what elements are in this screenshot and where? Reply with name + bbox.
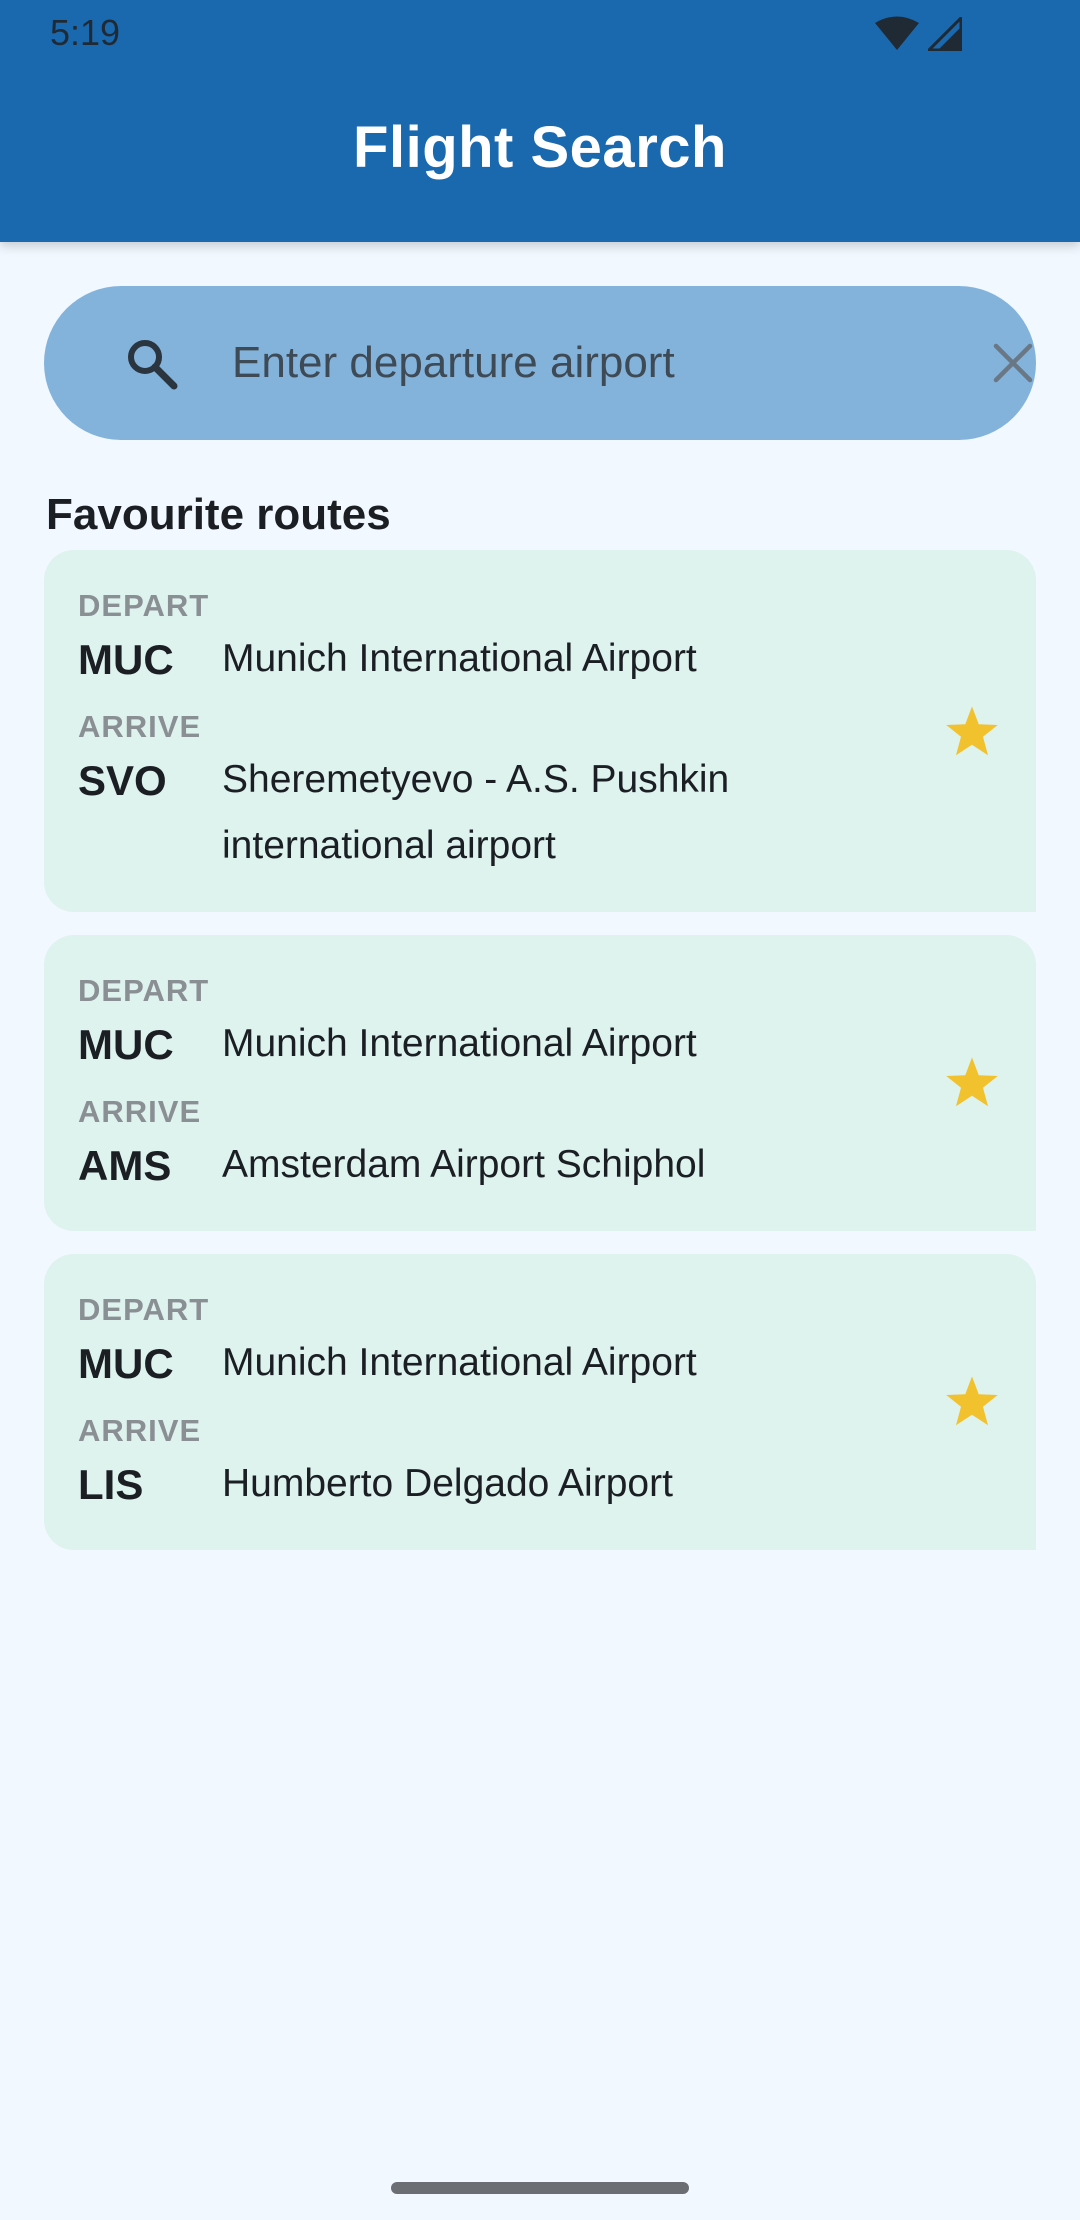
search-bar[interactable] [44,286,1036,440]
search-input[interactable] [232,326,932,400]
arrive-label: ARRIVE [78,1413,202,1448]
depart-label: DEPART [78,973,210,1008]
depart-code: MUC [78,636,174,683]
route-card[interactable]: DEPART MUC Munich International Airport … [44,550,1036,912]
depart-label: DEPART [78,1292,210,1327]
status-time: 5:19 [50,12,121,53]
arrive-code: SVO [78,757,167,804]
depart-airport-name: Munich International Airport [222,637,697,680]
arrive-airport-name: Humberto Delgado Airport [222,1462,673,1505]
arrive-code: LIS [78,1461,144,1508]
depart-code: MUC [78,1021,174,1068]
arrive-label: ARRIVE [78,709,202,744]
signal-icon [928,17,962,51]
arrive-airport-name: Amsterdam Airport Schiphol [222,1143,706,1186]
wifi-icon [875,16,919,50]
search-icon [128,340,178,390]
arrive-code: AMS [78,1142,172,1189]
star-icon[interactable] [942,1053,1002,1113]
arrive-airport-name: Sheremetyevo - A.S. Pushkin internationa… [222,758,730,867]
depart-code: MUC [78,1340,174,1387]
home-indicator[interactable] [391,2182,689,2194]
route-card[interactable]: DEPART MUC Munich International Airport … [44,935,1036,1231]
app-bar: 5:19 Flight Search [0,0,1080,242]
depart-airport-name: Munich International Airport [222,1341,697,1384]
page-title: Flight Search [353,115,727,180]
close-icon[interactable] [988,338,1038,388]
status-icons [874,16,962,52]
star-icon[interactable] [942,1372,1002,1432]
route-card[interactable]: DEPART MUC Munich International Airport … [44,1254,1036,1550]
arrive-label: ARRIVE [78,1094,202,1129]
depart-airport-name: Munich International Airport [222,1022,697,1065]
star-icon[interactable] [942,702,1002,762]
favourite-routes-heading: Favourite routes [46,490,391,539]
depart-label: DEPART [78,588,210,623]
